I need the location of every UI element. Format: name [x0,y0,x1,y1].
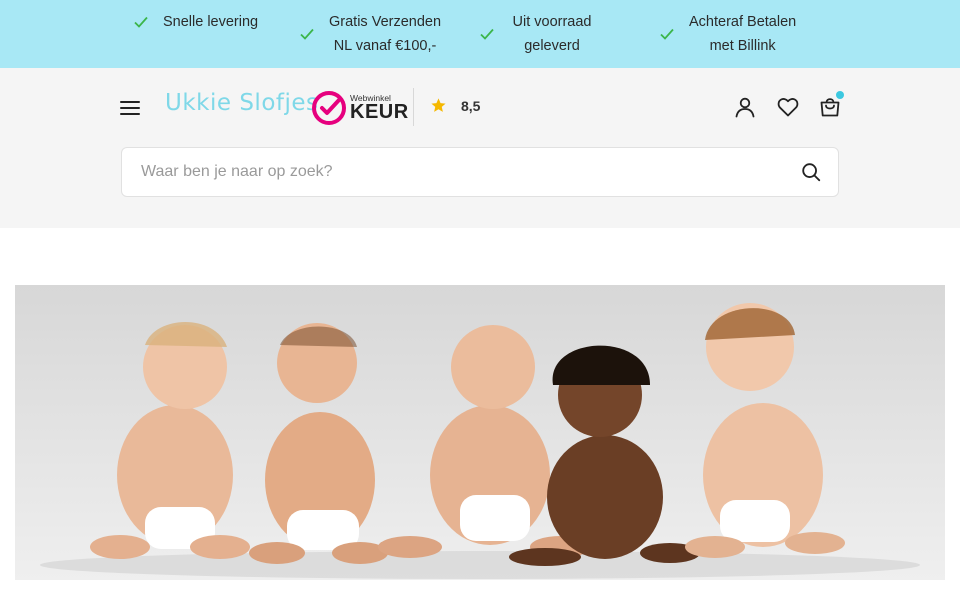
baby-figure [249,323,388,564]
site-logo[interactable]: Ukkie Slofjes [165,90,319,116]
check-icon [480,28,494,40]
header-divider [413,88,414,126]
baby-figure [685,303,845,558]
hero-banner[interactable] [15,285,945,580]
usp-label: Gratis Verzenden NL vanaf €100,- [329,14,442,54]
usp-item: Snelle levering [133,10,258,34]
keur-logo-icon [312,91,346,125]
search-input[interactable] [122,148,782,196]
usp-label: Snelle levering [163,14,259,30]
site-header: Ukkie Slofjes Webwinkel KEUR 8,5 [0,68,960,228]
search-bar [121,147,839,197]
heart-icon[interactable] [776,95,800,119]
cart-button[interactable] [818,91,844,119]
usp-bar: Snelle levering Gratis Verzenden NL vana… [0,0,960,68]
rating[interactable]: 8,5 [430,97,480,114]
usp-item: Gratis Verzenden NL vanaf €100,- [299,10,441,58]
rating-value: 8,5 [461,97,481,114]
hero-babies-image [40,303,920,579]
user-icon[interactable] [733,95,757,119]
usp-item: Uit voorraad geleverd [479,10,595,58]
usp-label: Uit voorraad geleverd [512,14,592,54]
baby-figure [90,322,250,559]
check-icon [134,16,148,28]
usp-item: Achteraf Betalen met Billink [659,10,796,58]
check-icon [660,28,674,40]
webwinkel-keur-badge[interactable]: Webwinkel KEUR [312,91,409,125]
star-icon [431,98,446,112]
hamburger-menu-icon[interactable] [118,96,142,120]
usp-label: Achteraf Betalen met Billink [689,14,797,54]
search-icon[interactable] [800,161,822,183]
check-icon [300,28,314,40]
keur-big-label: KEUR [350,101,409,124]
cart-notification-dot [836,91,844,99]
